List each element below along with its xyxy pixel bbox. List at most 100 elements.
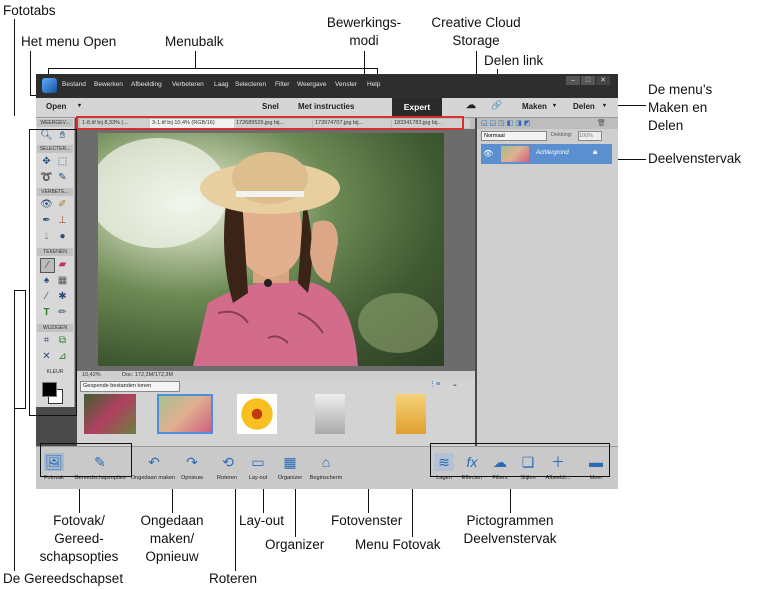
mode-expert-button[interactable]: Expert [392,98,442,117]
maken-dropdown-icon[interactable]: ▾ [553,102,556,109]
label-ongedaan-1: Ongedaan [140,513,204,528]
blend-mode-value: Normaal [484,133,505,139]
label-organizer: Organizer [265,537,325,552]
redo-button[interactable]: Opnieuw [178,475,206,481]
label-fotovak-3: schapsopties [39,549,119,564]
maximize-button[interactable]: □ [581,76,595,85]
label-pictogrammen-1: Pictogrammen [466,513,554,528]
label-creative-cloud-2: Storage [452,33,500,48]
panel-bin: ◱ ◲ ◳ ◧ ◨ ◩ 🗑︎ Normaal Dekking: 100% 👁︎ … [477,118,618,446]
label-menus-1: De menu’s [648,82,713,97]
photo-thumbnail-selected[interactable] [157,394,213,434]
photoshop-elements-window: Bestand Bewerken Afbeelding Verbeteren L… [36,74,618,489]
label-pictogrammen-2: Deelvenstervak [463,531,557,546]
undo-icon[interactable]: ↶ [144,453,164,471]
label-menu-open: Het menu Open [21,34,117,49]
label-menu-fotovak: Menu Fotovak [355,537,441,552]
zoom-level: 10,42% [82,372,101,378]
layer-name: Achtergrond [536,150,569,156]
menu-verbeteren[interactable]: Verbeteren [172,81,204,88]
blend-mode-select[interactable]: Normaal [481,131,547,141]
open-menu-button[interactable]: Open [46,102,66,111]
label-delen-link: Delen link [484,53,544,68]
label-menus-2: Maken en [648,100,708,115]
layer-lock-icon[interactable]: 🔒︎ [593,147,597,157]
menu-venster[interactable]: Venster [335,81,357,88]
label-bewerkingsmodi-1: Bewerkings- [326,15,402,30]
photo-bin-collapse-icon[interactable]: ⌄ [452,380,458,388]
label-fotovenster: Fotovenster [331,513,403,528]
photo-bin-dropdown-label: Geopende bestanden tonen [83,383,152,389]
close-button[interactable]: ✕ [596,76,610,85]
photo-thumbnail[interactable] [84,394,136,434]
home-icon[interactable]: ⌂ [316,453,336,471]
cloud-icon[interactable]: ☁ [466,100,476,111]
mode-snel-button[interactable]: Snel [262,102,279,111]
photo-bin: Geopende bestanden tonen ⋮≡ ⌄ [77,379,475,446]
panel-icons-highlight [430,443,610,477]
photo-thumbnail[interactable] [396,394,426,434]
visibility-eye-icon[interactable]: 👁︎ [483,149,493,158]
label-fotovak-1: Fotovak/ [53,513,105,528]
document-size: Doc: 172,3M/172,3M [122,372,174,378]
redo-icon[interactable]: ↷ [182,453,202,471]
opacity-label: Dekking: [551,132,573,138]
menu-help[interactable]: Help [367,81,380,88]
menu-afbeelding[interactable]: Afbeelding [131,81,162,88]
photo-bin-dropdown[interactable]: Geopende bestanden tonen [80,381,180,392]
delen-menu-button[interactable]: Delen [573,102,595,111]
woman-portrait-photo [98,138,438,366]
open-dropdown-icon[interactable]: ▾ [78,102,81,109]
layout-icon[interactable]: ▭ [248,453,268,471]
home-screen-button[interactable]: Beginscherm [306,475,346,481]
photo-window[interactable] [77,129,475,371]
toolbox-highlight [29,129,77,416]
label-roteren: Roteren [209,571,258,586]
photo-bin-menu-icon[interactable]: ⋮≡ [429,380,440,388]
rotate-button[interactable]: Roteren [212,475,242,481]
undo-button[interactable]: Ongedaan maken [130,475,176,481]
layer-actions-icon[interactable]: ◱ ◲ ◳ ◧ ◨ ◩ [481,119,530,127]
menu-filter[interactable]: Filter [275,81,289,88]
maken-menu-button[interactable]: Maken [522,102,547,111]
photo-thumbnail[interactable] [237,394,277,434]
layer-thumbnail [501,146,529,162]
layout-button[interactable]: Lay-out [244,475,272,481]
layers-toolbar: ◱ ◲ ◳ ◧ ◨ ◩ 🗑︎ [477,118,618,129]
menubar: Bestand Bewerken Afbeelding Verbeteren L… [36,74,618,98]
menu-weergave[interactable]: Weergave [297,81,327,88]
label-fototabs: Fototabs [3,3,56,18]
layer-row[interactable]: 👁︎ Achtergrond 🔒︎ [481,144,612,164]
label-gereedschapset: De Gereedschapset [3,571,124,586]
menu-bestand[interactable]: Bestand [62,81,86,88]
minimize-button[interactable]: – [566,76,580,85]
taskbar-left-highlight [40,443,132,477]
menu-laag[interactable]: Laag [214,81,228,88]
label-menubalk: Menubalk [165,34,224,49]
mode-bar: Open ▾ Snel Met instructies Expert ☁ 🔗 M… [36,98,618,118]
label-ongedaan-2: maken/ [149,531,195,546]
label-deelvenstervak: Deelvenstervak [648,151,742,166]
app-logo-icon [42,78,57,93]
label-layout: Lay-out [239,513,285,528]
status-bar: 10,42% Doc: 172,3M/172,3M [77,371,475,379]
trash-icon[interactable]: 🗑︎ [597,119,606,127]
delen-dropdown-icon[interactable]: ▾ [603,102,606,109]
label-bewerkingsmodi-2: modi [349,33,379,48]
opacity-input[interactable]: 100% [578,131,602,141]
phototabs-highlight [76,116,464,130]
photo-canvas[interactable] [98,133,444,366]
toolbox-section-weergeven: WEERGEV... [37,119,73,127]
share-link-icon[interactable]: 🔗 [491,100,502,111]
label-creative-cloud-1: Creative Cloud [431,15,521,30]
photo-thumbnail[interactable] [315,394,345,434]
menu-bewerken[interactable]: Bewerken [94,81,123,88]
label-fotovak-2: Gereed- [54,531,104,546]
label-menus-3: Delen [648,118,684,133]
rotate-icon[interactable]: ⟲ [218,453,238,471]
organizer-button[interactable]: Organizer [274,475,306,481]
organizer-icon[interactable]: ▦ [280,453,300,471]
menu-selecteren[interactable]: Selecteren [235,81,266,88]
label-ongedaan-3: Opnieuw [145,549,199,564]
mode-met-instructies-button[interactable]: Met instructies [298,102,354,111]
